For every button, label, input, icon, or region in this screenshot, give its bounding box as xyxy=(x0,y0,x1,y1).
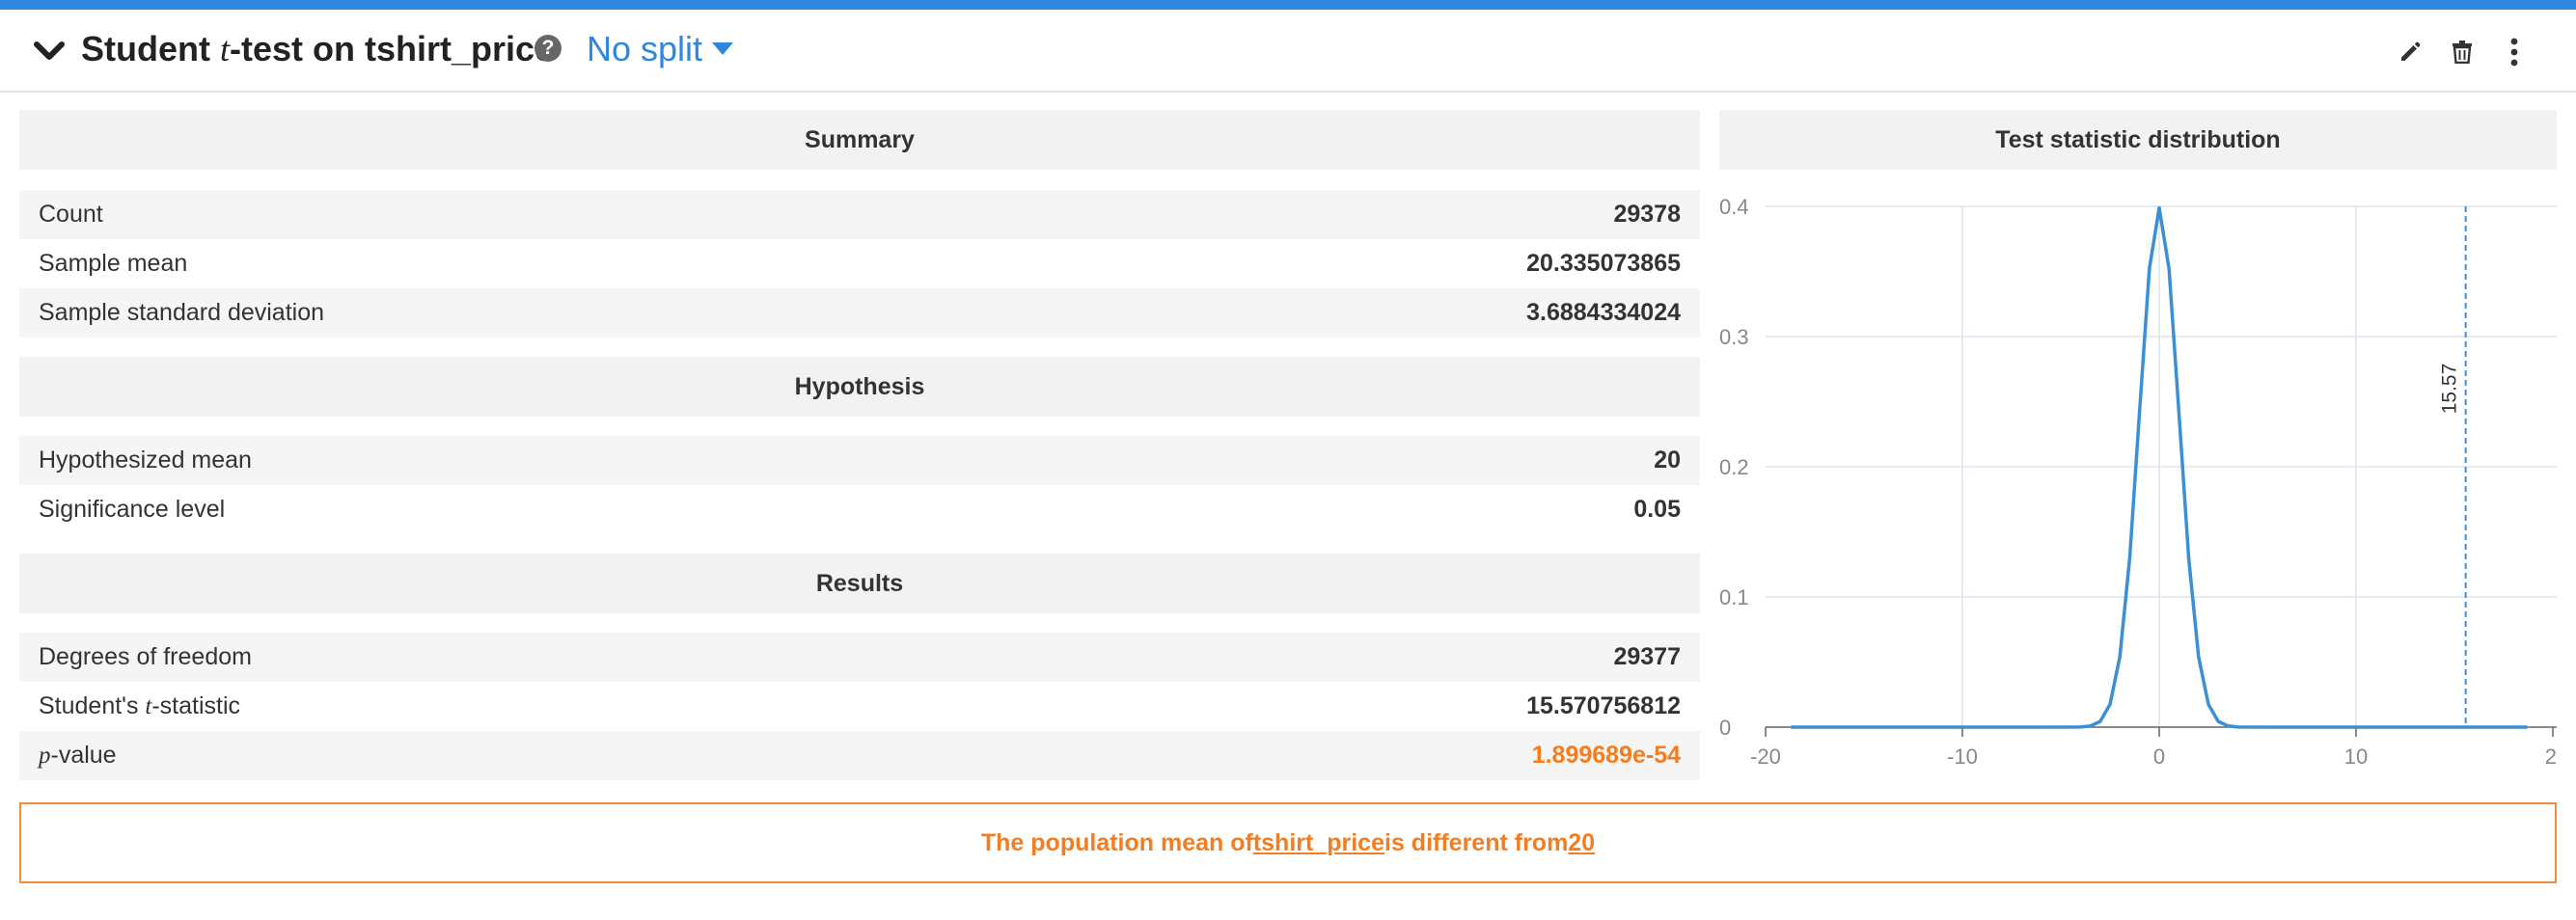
hypothesis-row: Significance level 0.05 xyxy=(19,485,1700,534)
more-vertical-icon[interactable] xyxy=(2495,33,2534,71)
row-value: 15.570756812 xyxy=(1526,692,1681,719)
y-tick-label: 0.1 xyxy=(1719,585,1749,609)
x-tick-label: -10 xyxy=(1947,744,1978,769)
statistic-marker-label: 15.57 xyxy=(2439,364,2461,415)
summary-row: Count 29378 xyxy=(19,190,1700,239)
x-tick-label: -20 xyxy=(1750,744,1781,769)
statistics-table: Summary Count 29378 Sample mean 20.33507… xyxy=(19,110,1700,780)
row-label: Degrees of freedom xyxy=(39,643,252,670)
row-value: 20 xyxy=(1654,446,1681,474)
row-label: Count xyxy=(39,201,103,228)
test-statistic-chart: 0 0.1 0.2 0.3 0.4 -20 -10 0 10 2 15.57 xyxy=(1719,195,2557,769)
x-tick-label: 2 xyxy=(2545,744,2557,769)
row-value: 20.335073865 xyxy=(1526,250,1681,277)
card-header: Student t-test on tshirt_price ? No spli… xyxy=(0,10,2576,93)
y-tick-label: 0 xyxy=(1719,716,1731,740)
y-tick-label: 0.3 xyxy=(1719,325,1749,349)
chevron-down-icon[interactable] xyxy=(33,39,66,64)
top-accent-bar xyxy=(0,0,2576,10)
results-row: p-value 1.899689e-54 xyxy=(19,731,1700,780)
row-label: Hypothesized mean xyxy=(39,446,252,474)
row-value: 29377 xyxy=(1613,643,1681,670)
hypothesis-row: Hypothesized mean 20 xyxy=(19,436,1700,485)
row-label: Sample mean xyxy=(39,250,188,277)
pvalue-value: 1.899689e-54 xyxy=(1531,742,1681,769)
y-tick-label: 0.4 xyxy=(1719,195,1749,219)
conclusion-variable-link[interactable]: tshirt_price xyxy=(1253,829,1384,857)
conclusion-middle: is different from xyxy=(1384,828,1569,856)
row-label: Sample standard deviation xyxy=(39,299,325,326)
hypothesis-heading: Hypothesis xyxy=(19,357,1700,417)
summary-row: Sample mean 20.335073865 xyxy=(19,239,1700,288)
y-tick-label: 0.2 xyxy=(1719,455,1749,479)
chart-panel: Test statistic distribution 0 0.1 0.2 0.3 0.… xyxy=(1719,110,2557,785)
split-dropdown[interactable]: No split xyxy=(587,29,734,69)
chart-title: Test statistic distribution xyxy=(1719,110,2557,170)
row-label: p-value xyxy=(39,742,117,769)
split-label: No split xyxy=(587,29,703,68)
summary-row: Sample standard deviation 3.6884334024 xyxy=(19,288,1700,338)
results-row: Student's t-statistic 15.570756812 xyxy=(19,682,1700,731)
row-label: Significance level xyxy=(39,496,226,523)
row-value: 0.05 xyxy=(1633,496,1681,523)
results-heading: Results xyxy=(19,554,1700,613)
conclusion-value-link[interactable]: 20 xyxy=(1568,829,1595,857)
caret-down-icon xyxy=(712,42,734,55)
row-label: Student's t-statistic xyxy=(39,692,241,719)
row-value: 29378 xyxy=(1613,201,1681,228)
card-title: Student t-test on tshirt_price xyxy=(81,29,555,68)
x-tick-label: 0 xyxy=(2153,744,2165,769)
x-tick-label: 10 xyxy=(2344,744,2368,769)
conclusion-banner: The population mean of tshirt_price is d… xyxy=(19,802,2557,883)
help-icon[interactable]: ? xyxy=(534,35,562,62)
row-value: 3.6884334024 xyxy=(1526,299,1681,326)
summary-heading: Summary xyxy=(19,110,1700,170)
results-row: Degrees of freedom 29377 xyxy=(19,633,1700,682)
trash-icon[interactable] xyxy=(2443,33,2481,71)
pencil-icon[interactable] xyxy=(2391,33,2429,71)
conclusion-prefix: The population mean of xyxy=(980,828,1253,856)
